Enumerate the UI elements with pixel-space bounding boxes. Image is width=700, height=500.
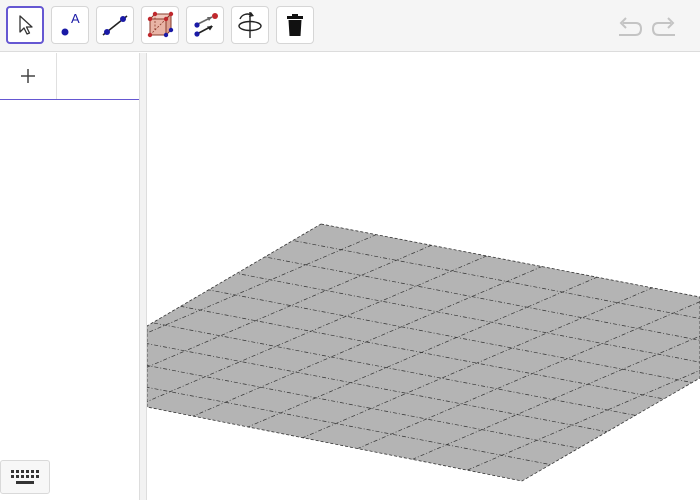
line-through-points-icon (102, 15, 128, 36)
redo-button[interactable] (650, 12, 680, 42)
undo-button[interactable] (614, 12, 644, 42)
trash-icon (287, 14, 303, 36)
polyhedron-icon (147, 11, 174, 38)
panel-divider[interactable] (139, 53, 147, 500)
algebra-input-row[interactable] (0, 53, 140, 100)
add-input-button[interactable] (0, 53, 57, 99)
arrow-cursor-icon (19, 15, 33, 35)
vector-tool-button[interactable] (186, 6, 224, 44)
pyramid-tool-button[interactable] (141, 6, 179, 44)
graphics-3d-view[interactable] (147, 53, 700, 500)
undo-icon (619, 17, 643, 36)
toolbar: A (0, 0, 700, 52)
keyboard-toggle-button[interactable] (0, 460, 50, 494)
xy-plane-surface[interactable] (147, 223, 700, 482)
line-tool-button[interactable] (96, 6, 134, 44)
point-icon: A (61, 11, 80, 36)
redo-icon (651, 17, 675, 36)
delete-tool-button[interactable] (276, 6, 314, 44)
algebra-view (0, 53, 140, 500)
move-tool-button[interactable] (6, 6, 44, 44)
xy-plane[interactable] (147, 53, 700, 500)
vector-icon (194, 13, 218, 37)
point-label-text: A (71, 11, 80, 26)
rotate-3d-icon (238, 12, 262, 38)
plus-icon (21, 69, 35, 83)
rotate-view-tool-button[interactable] (231, 6, 269, 44)
point-tool-button[interactable]: A (51, 6, 89, 44)
geogebra-3d-app: A (0, 0, 700, 500)
keyboard-icon (11, 470, 39, 484)
